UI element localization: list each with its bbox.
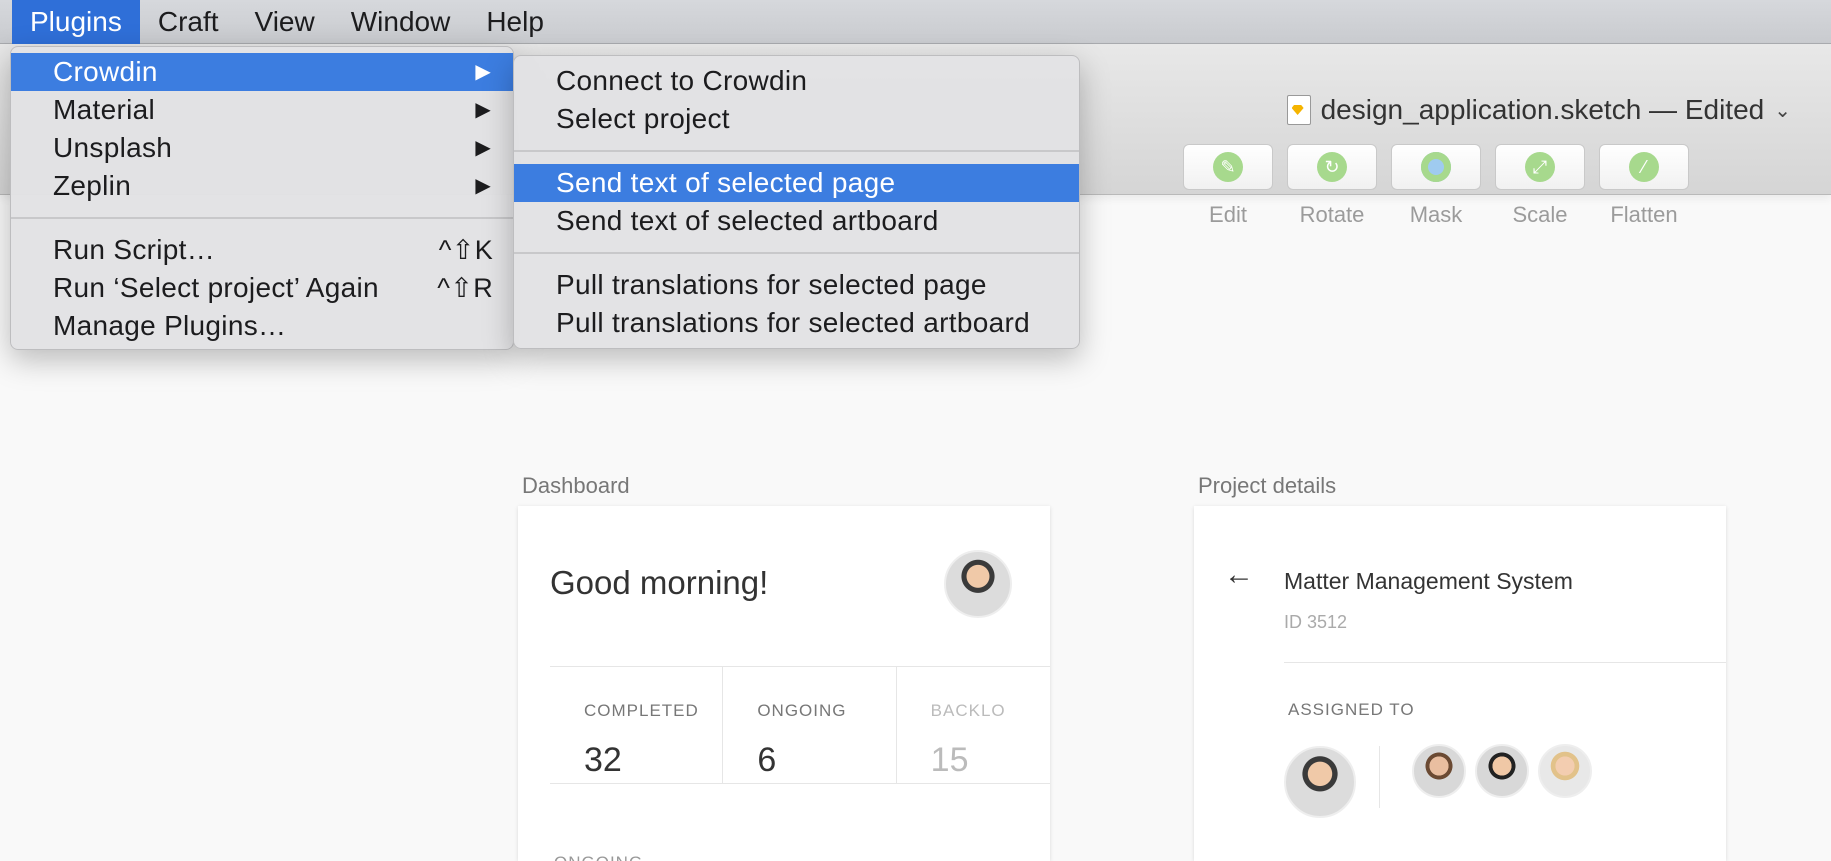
scale-button[interactable]: ⤢ xyxy=(1495,144,1585,190)
menu-help[interactable]: Help xyxy=(468,0,562,44)
menu-window[interactable]: Window xyxy=(333,0,469,44)
shortcut-label: ^⇧R xyxy=(437,273,493,303)
divider xyxy=(1379,746,1380,808)
window-title-text: design_application.sketch — Edited xyxy=(1320,94,1765,125)
menu-item-send-artboard[interactable]: Send text of selected artboard xyxy=(514,202,1079,240)
menu-separator xyxy=(11,217,513,219)
menu-item-run-again[interactable]: Run ‘Select project’ Again ^⇧R xyxy=(11,269,513,307)
edit-button[interactable]: ✎ xyxy=(1183,144,1273,190)
scale-label: Scale xyxy=(1512,202,1568,227)
menu-separator xyxy=(514,150,1079,152)
menu-separator xyxy=(514,252,1079,254)
stats-row: COMPLETED 32 ONGOING 6 BACKLO 15 xyxy=(550,666,1050,784)
owner-avatar xyxy=(1284,746,1356,818)
rotate-tool[interactable]: ↻ Rotate xyxy=(1280,144,1384,228)
window-title[interactable]: design_application.sketch — Edited ⌄ xyxy=(1286,94,1791,126)
project-id: ID 3512 xyxy=(1284,612,1348,632)
submenu-arrow-icon: ▶ xyxy=(475,137,491,159)
divider xyxy=(1284,662,1726,663)
avatar xyxy=(944,550,1012,618)
flatten-tool[interactable]: ⁄ Flatten xyxy=(1592,144,1696,228)
menu-item-crowdin[interactable]: Crowdin ▶ xyxy=(11,53,513,91)
mask-icon xyxy=(1421,152,1451,182)
stat-label: COMPLETED xyxy=(584,701,699,720)
menu-item-manage-plugins[interactable]: Manage Plugins… xyxy=(11,307,513,345)
shortcut-label: ^⇧K xyxy=(438,235,493,265)
mask-tool[interactable]: Mask xyxy=(1384,144,1488,228)
menu-item-label: Unsplash xyxy=(53,132,173,163)
menu-item-label: Run ‘Select project’ Again xyxy=(53,272,379,303)
stat-ongoing: ONGOING 6 xyxy=(723,667,897,783)
scale-tool[interactable]: ⤢ Scale xyxy=(1488,144,1592,228)
ongoing-section-label: ONGOING xyxy=(554,853,643,861)
flatten-icon: ⁄ xyxy=(1629,152,1659,182)
dashboard-artboard-label[interactable]: Dashboard xyxy=(522,473,630,499)
menu-item-material[interactable]: Material ▶ xyxy=(11,91,513,129)
greeting-heading: Good morning! xyxy=(550,564,769,601)
stat-value: 6 xyxy=(757,741,777,779)
submenu-arrow-icon: ▶ xyxy=(475,61,491,83)
submenu-arrow-icon: ▶ xyxy=(475,99,491,121)
menu-item-select-project[interactable]: Select project xyxy=(514,100,1079,138)
menu-item-run-script[interactable]: Run Script… ^⇧K xyxy=(11,231,513,269)
sketch-document-icon xyxy=(1286,95,1311,125)
edit-tool[interactable]: ✎ Edit xyxy=(1176,144,1280,228)
rotate-button[interactable]: ↻ xyxy=(1287,144,1377,190)
menu-item-label: Crowdin xyxy=(53,56,158,87)
back-arrow-icon: ← xyxy=(1224,558,1254,591)
menu-craft[interactable]: Craft xyxy=(140,0,237,44)
project-artboard-label[interactable]: Project details xyxy=(1198,473,1336,499)
menu-item-unsplash[interactable]: Unsplash ▶ xyxy=(11,129,513,167)
stat-completed: COMPLETED 32 xyxy=(550,667,724,783)
toolbar-tools: ✎ Edit ↻ Rotate Mask ⤢ Scale ⁄ Flatten xyxy=(1176,144,1696,228)
project-details-artboard[interactable]: ← Matter Management System ID 3512 ASSIG… xyxy=(1194,506,1726,861)
stat-label: BACKLO xyxy=(930,701,1006,720)
menu-item-zeplin[interactable]: Zeplin ▶ xyxy=(11,167,513,205)
stat-backlog: BACKLO 15 xyxy=(897,667,1050,783)
menu-item-label: Run Script… xyxy=(53,234,216,265)
stat-value: 32 xyxy=(584,741,622,779)
menu-item-send-page[interactable]: Send text of selected page xyxy=(514,164,1079,202)
menu-item-pull-artboard[interactable]: Pull translations for selected artboard xyxy=(514,304,1079,342)
assigned-to-label: ASSIGNED TO xyxy=(1288,700,1415,719)
menu-item-pull-page[interactable]: Pull translations for selected page xyxy=(514,266,1079,304)
menu-item-label: Material xyxy=(53,94,155,125)
mask-label: Mask xyxy=(1409,202,1463,227)
mask-button[interactable] xyxy=(1391,144,1481,190)
menu-item-label: Zeplin xyxy=(53,170,132,201)
scale-icon: ⤢ xyxy=(1525,152,1555,182)
menu-plugins[interactable]: Plugins xyxy=(12,0,140,44)
crowdin-submenu: Connect to Crowdin Select project Send t… xyxy=(513,55,1080,349)
project-name: Matter Management System xyxy=(1284,568,1573,594)
rotate-icon: ↻ xyxy=(1317,152,1347,182)
plugins-menu: Crowdin ▶ Material ▶ Unsplash ▶ Zeplin ▶… xyxy=(10,46,514,350)
submenu-arrow-icon: ▶ xyxy=(475,175,491,197)
dashboard-artboard[interactable]: Good morning! COMPLETED 32 ONGOING 6 BAC… xyxy=(518,506,1050,861)
rotate-label: Rotate xyxy=(1299,202,1365,227)
stat-value: 15 xyxy=(930,741,969,779)
menu-item-label: Manage Plugins… xyxy=(53,310,287,341)
stat-label: ONGOING xyxy=(757,701,847,720)
flatten-label: Flatten xyxy=(1610,202,1678,227)
member-avatar xyxy=(1475,744,1529,798)
flatten-button[interactable]: ⁄ xyxy=(1599,144,1689,190)
member-avatar xyxy=(1412,744,1466,798)
menu-item-connect-crowdin[interactable]: Connect to Crowdin xyxy=(514,62,1079,100)
menu-bar: Plugins Craft View Window Help xyxy=(0,0,1831,44)
menu-view[interactable]: View xyxy=(237,0,333,44)
member-avatar xyxy=(1538,744,1592,798)
edit-icon: ✎ xyxy=(1213,152,1243,182)
chevron-down-icon[interactable]: ⌄ xyxy=(1774,98,1791,123)
edit-label: Edit xyxy=(1209,202,1247,227)
